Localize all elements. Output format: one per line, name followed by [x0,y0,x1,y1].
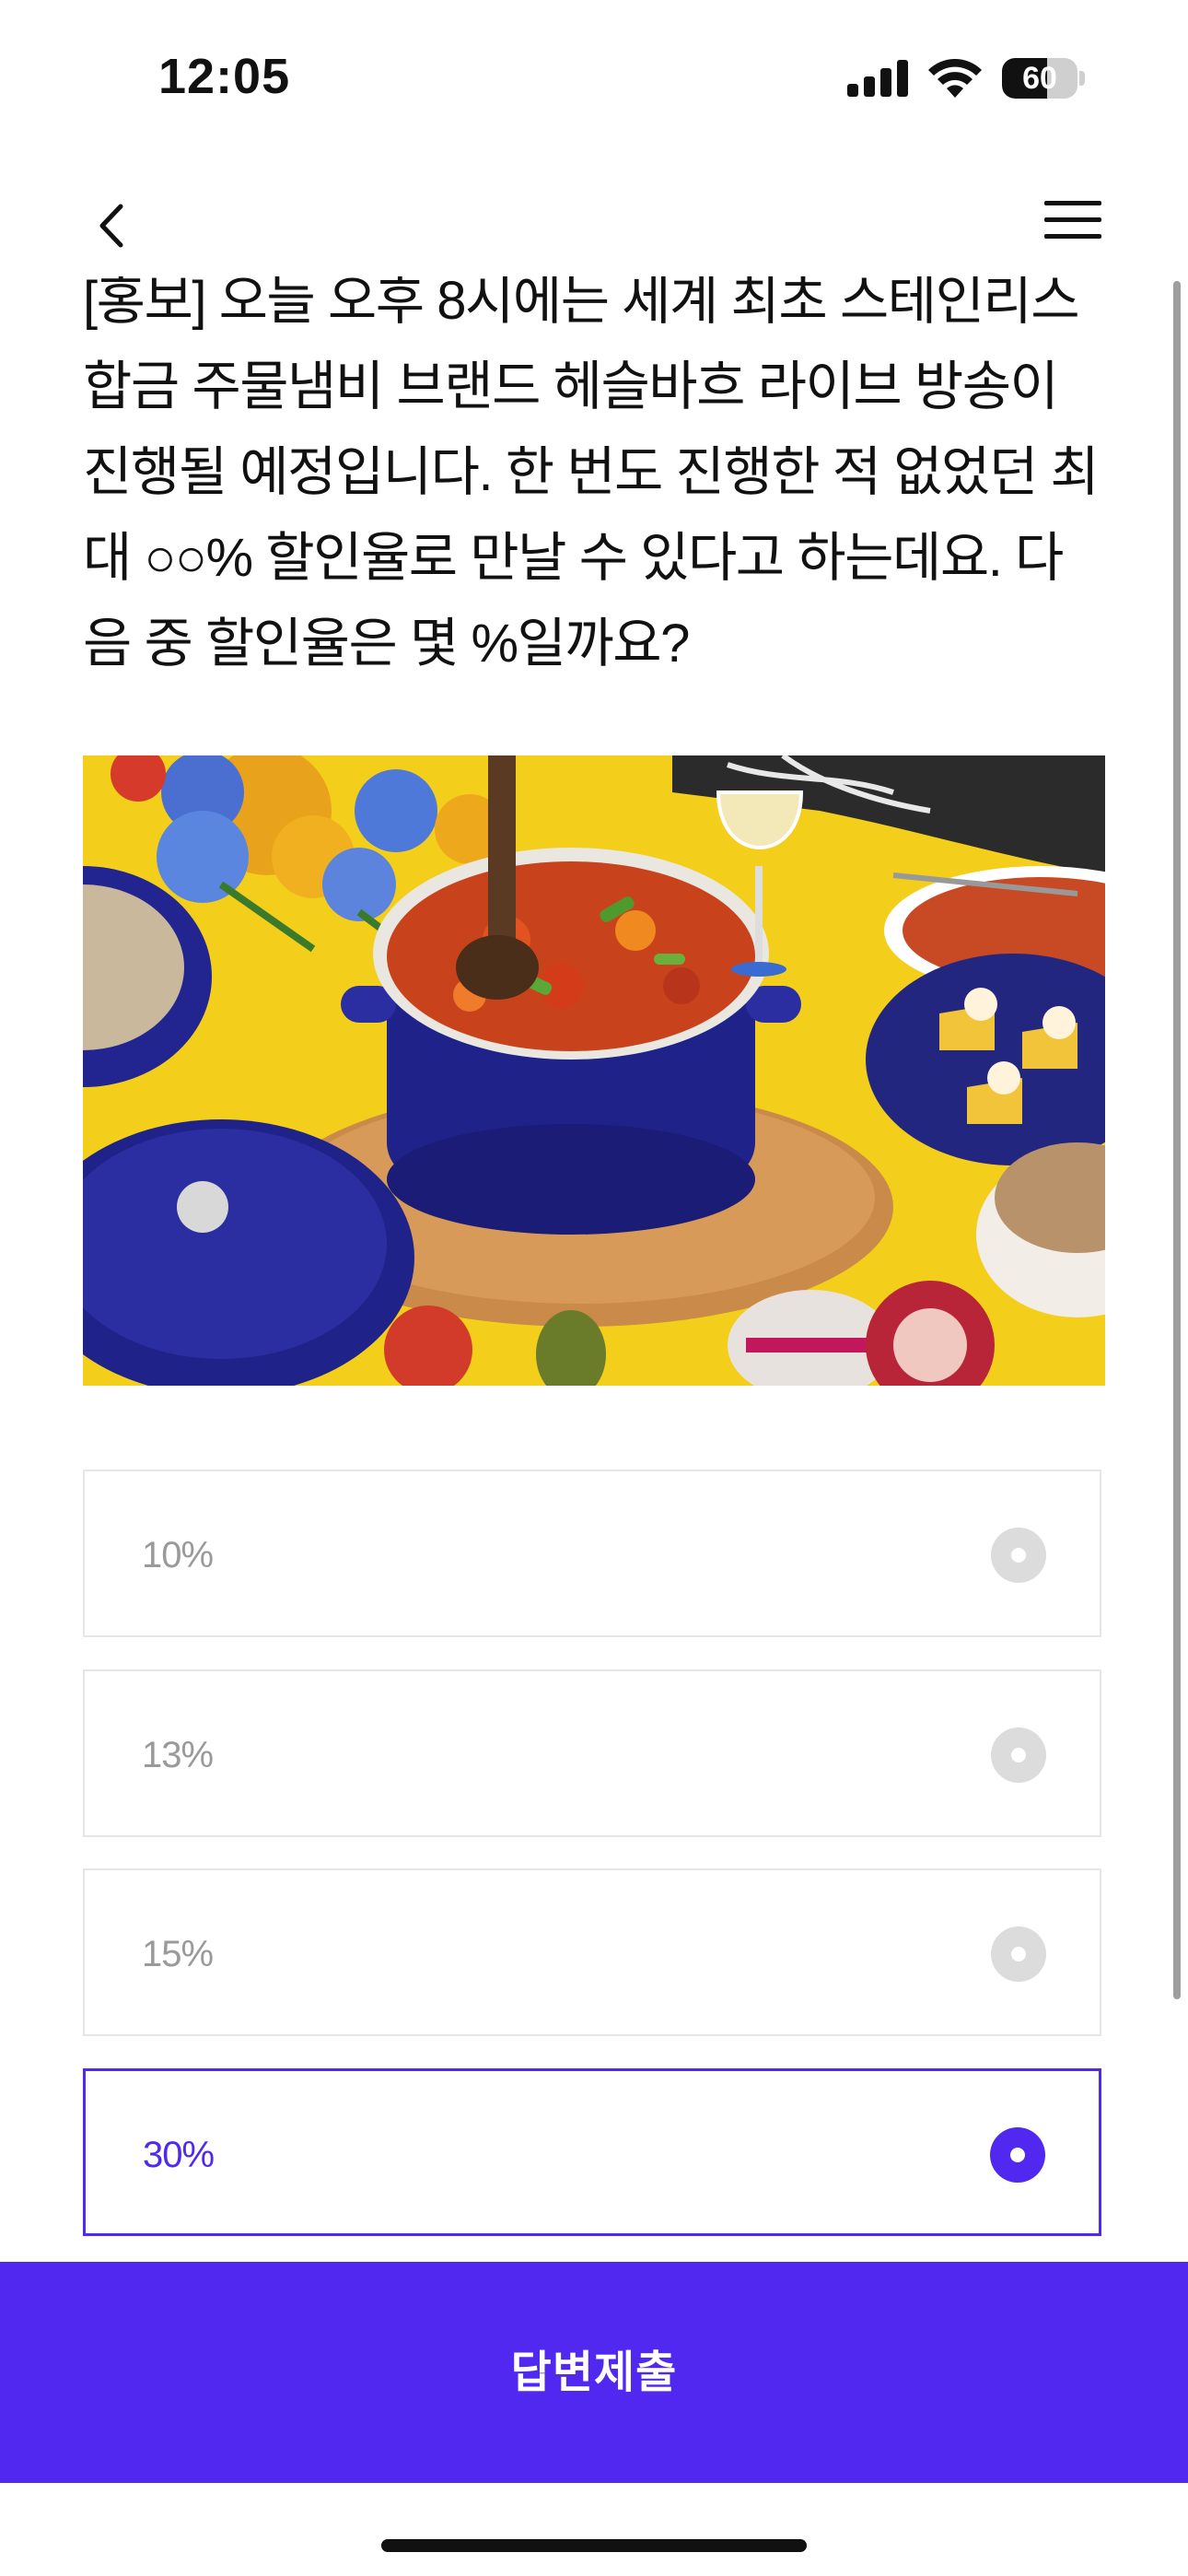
status-bar: 12:05 60 [0,0,1188,157]
radio-button-icon[interactable] [991,1528,1046,1583]
status-time: 12:05 [158,49,291,104]
cellular-signal-icon [847,60,908,97]
answer-option-label: 15% [142,1934,214,1974]
radio-button-icon[interactable] [991,1727,1046,1783]
radio-button-icon[interactable] [991,1926,1046,1982]
answer-option-4[interactable]: 30% [83,2068,1101,2236]
status-icons: 60 [847,55,1085,101]
cookware-photo [83,755,1105,1386]
answer-option-1[interactable]: 10% [83,1469,1101,1637]
battery-percentage: 60 [1022,61,1057,96]
battery-icon: 60 [1002,58,1085,99]
quiz-content[interactable]: [홍보] 오늘 오후 8시에는 세계 최초 스테인리스 합금 주물냄비 브랜드 … [0,267,1188,2262]
wifi-icon [928,59,982,98]
answer-option-label: 10% [142,1535,214,1575]
submit-answer-button[interactable]: 답변제출 [0,2262,1188,2483]
scrollbar[interactable] [1173,281,1181,1999]
home-indicator[interactable] [381,2539,807,2552]
answer-option-2[interactable]: 13% [83,1669,1101,1837]
back-button[interactable] [79,193,144,258]
chevron-left-icon [99,204,123,248]
answer-option-3[interactable]: 15% [83,1868,1101,2036]
answer-option-label: 30% [143,2135,215,2175]
radio-button-selected-icon[interactable] [990,2127,1045,2183]
question-text: [홍보] 오늘 오후 8시에는 세계 최초 스테인리스 합금 주물냄비 브랜드 … [83,271,1100,673]
answer-option-label: 13% [142,1735,214,1775]
nav-bar [0,175,1188,276]
menu-button[interactable] [1044,197,1109,254]
hamburger-menu-icon [1044,201,1101,239]
